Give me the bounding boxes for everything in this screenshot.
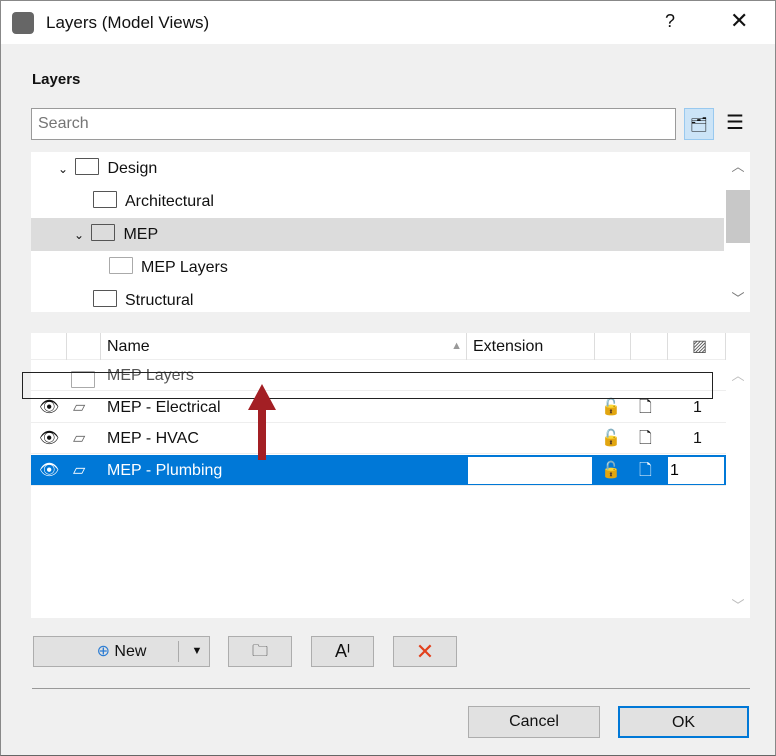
unlock-icon[interactable]: 🔓 (601, 455, 621, 486)
header-extension[interactable]: Extension (467, 333, 595, 360)
layer-folder-tree: ⌄ Design Architectural ⌄ MEP MEP Layers … (31, 152, 750, 312)
header-type[interactable] (67, 333, 101, 360)
sort-asc-icon: ▲ (451, 340, 462, 352)
list-header: Name ▲ Extension ▨ (31, 333, 726, 360)
tree-scrollbar-thumb[interactable] (726, 190, 750, 243)
red-arrow-annotation (248, 384, 276, 460)
chevron-down-icon[interactable]: ⌄ (71, 219, 87, 252)
divider (32, 688, 750, 689)
header-wireframe[interactable] (631, 333, 668, 360)
header-visibility[interactable] (31, 333, 67, 360)
intersection-group-icon[interactable]: ▨ (668, 333, 726, 360)
ok-button[interactable]: OK (618, 706, 749, 738)
chevron-down-icon[interactable]: ⌄ (55, 153, 71, 186)
header-lock[interactable] (595, 333, 631, 360)
tree-item-design[interactable]: ⌄ Design (31, 152, 724, 185)
folder-icon (75, 158, 100, 176)
delete-button[interactable]: ✕ (393, 636, 457, 667)
delete-x-icon: ✕ (415, 639, 435, 664)
new-layer-button[interactable]: ⊕ New ▼ (33, 636, 210, 667)
eye-icon[interactable]: 👁 (39, 455, 59, 486)
section-title: Layers (32, 71, 81, 88)
dropdown-arrow-icon[interactable]: ▼ (184, 637, 210, 666)
plus-circle-icon: ⊕ (96, 643, 110, 660)
extension-field[interactable] (468, 457, 592, 484)
layer-icon: ▱ (73, 462, 86, 479)
solid-doc-icon[interactable]: 🗋 (639, 423, 652, 454)
close-button[interactable]: ✕ (730, 8, 748, 34)
app-icon (12, 12, 34, 34)
intersection-group-field[interactable]: 1 (668, 457, 724, 484)
help-button[interactable]: ? (665, 11, 675, 32)
tree-item-mep[interactable]: ⌄ MEP (31, 218, 724, 251)
scroll-down-icon[interactable]: ﹀ (726, 288, 750, 308)
folder-icon (93, 290, 117, 308)
table-row-selected[interactable]: 👁 ▱ MEP - Plumbing 🔓 🗋 1 (31, 455, 726, 486)
folder-icon (91, 224, 116, 242)
unlock-icon[interactable]: 🔓 (601, 423, 621, 454)
search-input[interactable] (31, 108, 676, 140)
tree-item-architectural[interactable]: Architectural (31, 185, 724, 218)
scroll-up-icon[interactable]: ︿ (726, 365, 750, 385)
table-row[interactable]: 👁 ▱ MEP - HVAC 🔓 🗋 1 (31, 423, 726, 454)
tree-item-structural[interactable]: Structural (31, 284, 724, 317)
cancel-button[interactable]: Cancel (468, 706, 600, 738)
drag-drop-indicator (22, 372, 713, 399)
eye-icon[interactable]: 👁 (39, 423, 59, 454)
rename-icon: Aᴵ (334, 641, 350, 661)
new-folder-button[interactable]: 🗀 (228, 636, 292, 667)
new-folder-icon: 🗀 (251, 643, 268, 660)
layer-icon: ▱ (73, 430, 86, 447)
window-title: Layers (Model Views) (46, 13, 210, 32)
folder-icon (109, 257, 133, 275)
solid-doc-icon[interactable]: 🗋 (639, 455, 652, 486)
tree-item-mep-layers[interactable]: MEP Layers (31, 251, 724, 284)
header-name[interactable]: Name ▲ (101, 333, 467, 360)
list-view-icon[interactable]: ☰ (720, 108, 750, 140)
tree-view-icon[interactable]: 🗂 (684, 108, 714, 140)
folder-icon (93, 191, 117, 209)
scroll-down-icon[interactable]: ﹀ (726, 595, 750, 615)
scroll-up-icon[interactable]: ︿ (726, 156, 750, 176)
rename-button[interactable]: Aᴵ (311, 636, 374, 667)
